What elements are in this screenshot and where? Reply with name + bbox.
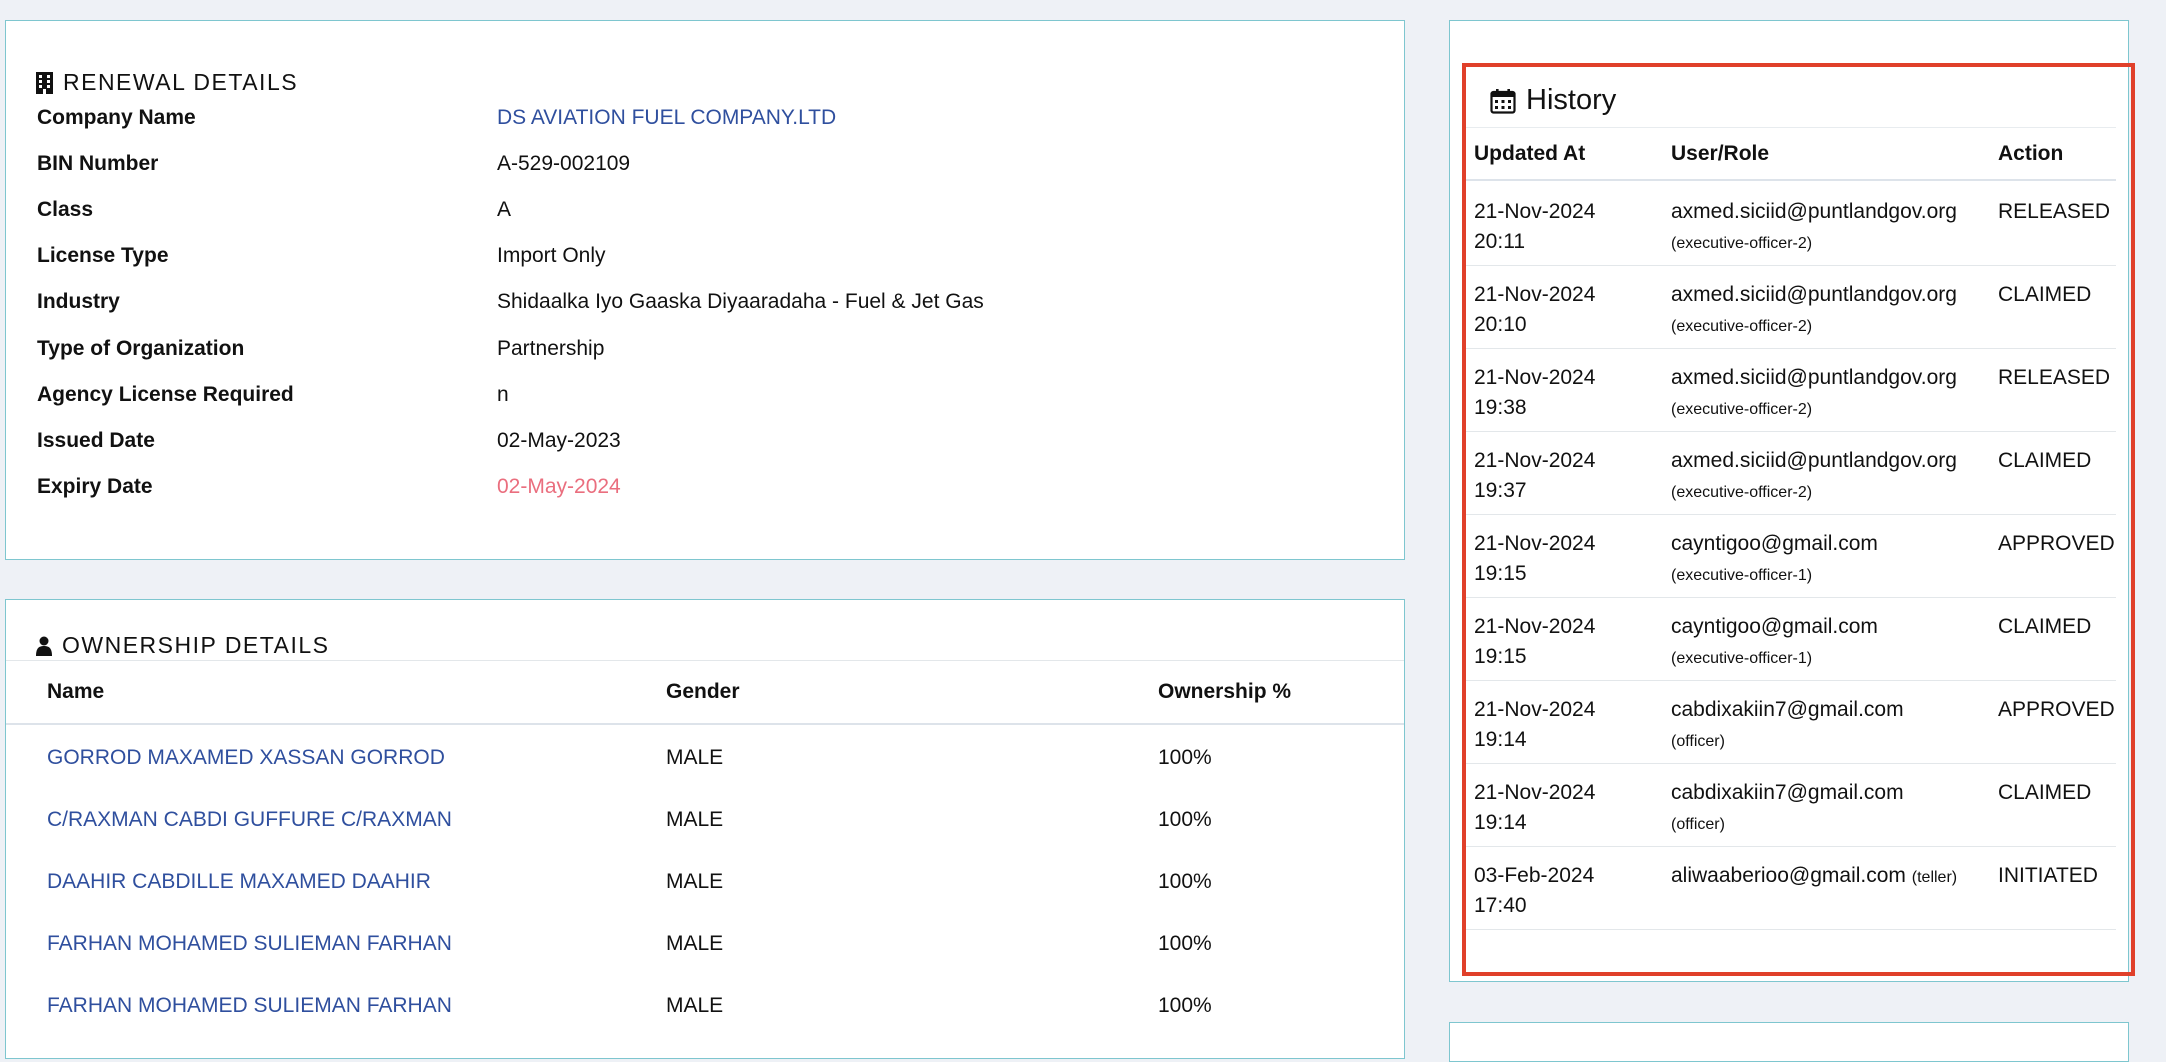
detail-label: Class bbox=[37, 198, 94, 221]
table-row: C/RAXMAN CABDI GUFFURE C/RAXMAN MALE 100… bbox=[6, 808, 1404, 870]
detail-label: Industry bbox=[37, 290, 120, 313]
owner-gender: MALE bbox=[666, 994, 724, 1017]
detail-value: 02-May-2023 bbox=[497, 429, 621, 452]
column-header-ownership[interactable]: Ownership % bbox=[1158, 680, 1291, 704]
building-icon bbox=[36, 71, 53, 94]
owner-name-link[interactable]: DAAHIR CABDILLE MAXAMED DAAHIR bbox=[47, 870, 431, 894]
detail-value: A bbox=[497, 198, 512, 221]
ownership-details-title: OWNERSHIP DETAILS bbox=[36, 632, 329, 659]
ownership-details-card: OWNERSHIP DETAILS Name Gender Ownership … bbox=[5, 599, 1405, 1059]
column-header-gender[interactable]: Gender bbox=[666, 680, 740, 704]
detail-row-expiry-date: Expiry Date 02-May-2024 bbox=[37, 475, 1337, 505]
owner-name-link[interactable]: C/RAXMAN CABDI GUFFURE C/RAXMAN bbox=[47, 808, 452, 832]
owner-gender: MALE bbox=[666, 746, 724, 769]
renewal-details-title: RENEWAL DETAILS bbox=[36, 69, 298, 96]
detail-label: License Type bbox=[37, 244, 169, 267]
detail-value: A-529-002109 bbox=[497, 152, 631, 175]
owner-gender: MALE bbox=[666, 932, 724, 955]
detail-row-issued-date: Issued Date 02-May-2023 bbox=[37, 429, 1337, 459]
owner-gender: MALE bbox=[666, 870, 724, 893]
history-highlight-frame bbox=[1462, 63, 2135, 976]
owner-name-link[interactable]: FARHAN MOHAMED SULIEMAN FARHAN bbox=[47, 932, 452, 956]
owner-name-link[interactable]: FARHAN MOHAMED SULIEMAN FARHAN bbox=[47, 994, 452, 1018]
expiry-date-value: 02-May-2024 bbox=[497, 475, 621, 498]
detail-row-bin-number: BIN Number A-529-002109 bbox=[37, 152, 1337, 182]
detail-row-agency-license: Agency License Required n bbox=[37, 383, 1337, 413]
owner-name-link[interactable]: GORROD MAXAMED XASSAN GORROD bbox=[47, 746, 445, 770]
detail-label: Agency License Required bbox=[37, 383, 294, 406]
detail-label: BIN Number bbox=[37, 152, 159, 175]
owner-percentage: 100% bbox=[1158, 808, 1212, 831]
detail-label: Issued Date bbox=[37, 429, 155, 452]
user-icon bbox=[36, 636, 52, 656]
table-row: FARHAN MOHAMED SULIEMAN FARHAN MALE 100% bbox=[6, 932, 1404, 994]
table-row: DAAHIR CABDILLE MAXAMED DAAHIR MALE 100% bbox=[6, 870, 1404, 932]
owner-gender: MALE bbox=[666, 808, 724, 831]
detail-label: Expiry Date bbox=[37, 475, 153, 498]
detail-row-license-type: License Type Import Only bbox=[37, 244, 1337, 274]
company-name-link[interactable]: DS AVIATION FUEL COMPANY.LTD bbox=[497, 106, 836, 130]
detail-value: Shidaalka Iyo Gaaska Diyaaradaha - Fuel … bbox=[497, 290, 984, 313]
owner-percentage: 100% bbox=[1158, 932, 1212, 955]
ownership-divider bbox=[6, 660, 1404, 661]
detail-label: Type of Organization bbox=[37, 337, 245, 360]
detail-value: n bbox=[497, 383, 509, 406]
detail-label: Company Name bbox=[37, 106, 196, 129]
detail-row-industry: Industry Shidaalka Iyo Gaaska Diyaaradah… bbox=[37, 290, 1337, 320]
detail-value: Partnership bbox=[497, 337, 605, 360]
detail-row-organization-type: Type of Organization Partnership bbox=[37, 337, 1337, 367]
ownership-title-text: OWNERSHIP DETAILS bbox=[62, 632, 330, 658]
renewal-details-card: RENEWAL DETAILS Company Name DS AVIATION… bbox=[5, 20, 1405, 560]
next-card-edge bbox=[1449, 1022, 2129, 1062]
renewal-title-text: RENEWAL DETAILS bbox=[63, 69, 299, 95]
column-header-name[interactable]: Name bbox=[47, 680, 104, 704]
owner-percentage: 100% bbox=[1158, 994, 1212, 1017]
owner-percentage: 100% bbox=[1158, 746, 1212, 769]
detail-row-class: Class A bbox=[37, 198, 1337, 228]
table-row: FARHAN MOHAMED SULIEMAN FARHAN MALE 100% bbox=[6, 994, 1404, 1056]
detail-value: Import Only bbox=[497, 244, 606, 267]
table-row: GORROD MAXAMED XASSAN GORROD MALE 100% bbox=[6, 746, 1404, 808]
owner-percentage: 100% bbox=[1158, 870, 1212, 893]
detail-row-company-name: Company Name DS AVIATION FUEL COMPANY.LT… bbox=[37, 106, 1337, 136]
ownership-header-divider bbox=[6, 723, 1404, 725]
